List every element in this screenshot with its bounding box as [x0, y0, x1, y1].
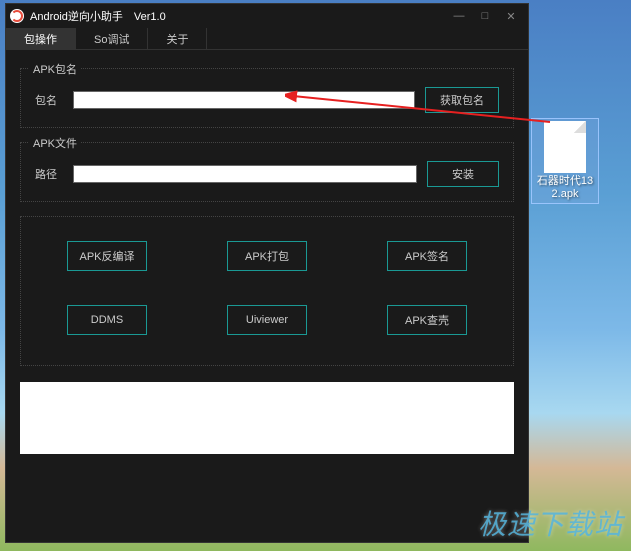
maximize-button[interactable]: □	[472, 7, 498, 25]
action-section: APK反编译 APK打包 APK签名 DDMS Uiviewer APK查壳	[20, 216, 514, 366]
get-package-button[interactable]: 获取包名	[425, 87, 499, 113]
titlebar: Android逆向小助手 Ver1.0 — □ ✕	[6, 4, 528, 28]
package-name-input[interactable]	[73, 91, 415, 109]
decompile-button[interactable]: APK反编译	[67, 241, 147, 271]
output-area	[20, 382, 514, 454]
pack-button[interactable]: APK打包	[227, 241, 307, 271]
apk-package-section: APK包名 包名 获取包名	[20, 68, 514, 128]
uiviewer-button[interactable]: Uiviewer	[227, 305, 307, 335]
file-icon	[544, 121, 586, 173]
path-label: 路径	[35, 166, 63, 182]
tab-so-debug[interactable]: So调试	[76, 28, 148, 49]
apk-package-legend: APK包名	[29, 61, 81, 77]
package-name-label: 包名	[35, 92, 63, 108]
tab-package[interactable]: 包操作	[6, 28, 76, 49]
sign-button[interactable]: APK签名	[387, 241, 467, 271]
desktop-file-icon[interactable]: 石器时代132.apk	[531, 118, 599, 204]
tab-about[interactable]: 关于	[148, 28, 207, 49]
app-window: Android逆向小助手 Ver1.0 — □ ✕ 包操作 So调试 关于 AP…	[5, 3, 529, 543]
apk-file-legend: APK文件	[29, 135, 81, 151]
tab-content: APK包名 包名 获取包名 APK文件 路径 安装 APK反编译 APK打包 A…	[6, 50, 528, 464]
desktop-file-label: 石器时代132.apk	[534, 175, 596, 201]
tab-bar: 包操作 So调试 关于	[6, 28, 528, 50]
minimize-button[interactable]: —	[446, 7, 472, 25]
install-button[interactable]: 安装	[427, 161, 499, 187]
check-shell-button[interactable]: APK查壳	[387, 305, 467, 335]
apk-file-section: APK文件 路径 安装	[20, 142, 514, 202]
close-button[interactable]: ✕	[498, 7, 524, 25]
ddms-button[interactable]: DDMS	[67, 305, 147, 335]
app-icon	[10, 9, 24, 23]
window-title: Android逆向小助手 Ver1.0	[30, 8, 166, 24]
watermark: 极速下载站	[478, 503, 623, 543]
path-input[interactable]	[73, 165, 417, 183]
